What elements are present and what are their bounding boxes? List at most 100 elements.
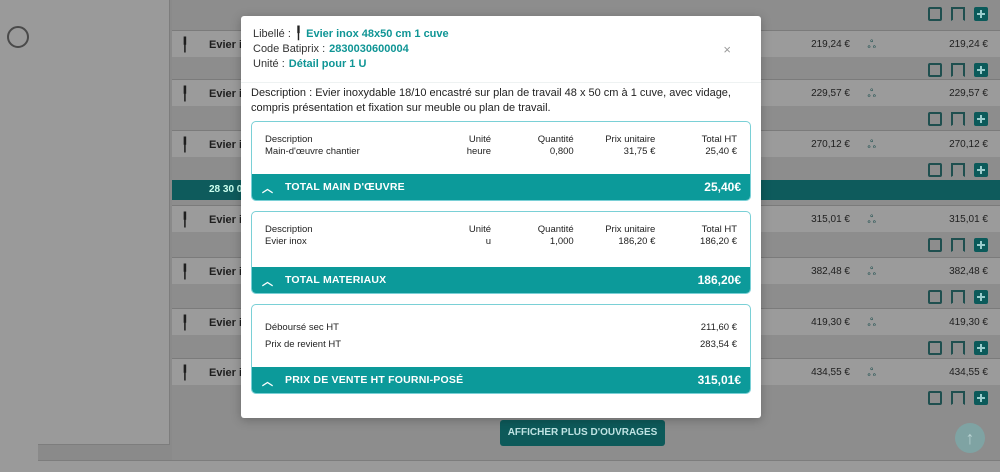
row-total: 270,12 € xyxy=(949,139,988,150)
bookmark-icon[interactable] xyxy=(951,238,965,252)
chevron-up-icon: ︿ xyxy=(262,183,273,195)
add-icon[interactable] xyxy=(974,290,988,304)
bookmark-icon[interactable] xyxy=(951,391,965,405)
col-quantite: Quantité xyxy=(537,224,574,235)
libelle-value: Evier inox 48x50 cm 1 cuve xyxy=(306,28,449,40)
pin-icon: ╿ xyxy=(294,26,303,40)
row-actions xyxy=(928,163,988,177)
cell-quantite: 1,000 xyxy=(549,236,574,247)
copy-icon[interactable] xyxy=(928,391,942,405)
copy-icon[interactable] xyxy=(928,238,942,252)
link-icon[interactable]: ஃ xyxy=(867,317,876,331)
add-icon[interactable] xyxy=(974,112,988,126)
col-prix-unitaire: Prix unitaire xyxy=(605,134,656,145)
materials-table: Description Unité Quantité Prix unitaire… xyxy=(265,224,737,248)
labor-total-toggle[interactable]: ︿ TOTAL MAIN D'ŒUVRE 25,40€ xyxy=(252,174,750,200)
labor-total-value: 25,40€ xyxy=(704,180,741,194)
bookmark-icon[interactable] xyxy=(951,7,965,21)
chevron-up-icon: ︿ xyxy=(262,276,273,288)
col-total-ht: Total HT xyxy=(701,134,738,145)
row-price: 419,30 € xyxy=(811,317,850,328)
pin-icon: ╿ xyxy=(181,137,189,152)
link-icon[interactable]: ஃ xyxy=(867,88,876,102)
divider xyxy=(241,82,761,83)
row-actions xyxy=(928,112,988,126)
add-icon[interactable] xyxy=(974,391,988,405)
revient-label: Prix de revient HT xyxy=(265,339,342,350)
unite-value: Détail pour 1 U xyxy=(288,58,367,70)
copy-icon[interactable] xyxy=(928,163,942,177)
link-icon[interactable]: ஃ xyxy=(867,266,876,280)
copy-icon[interactable] xyxy=(928,341,942,355)
bookmark-icon[interactable] xyxy=(951,112,965,126)
labor-card: Description Unité Quantité Prix unitaire… xyxy=(251,121,751,201)
link-icon[interactable]: ஃ xyxy=(867,39,876,53)
row-actions xyxy=(928,238,988,252)
pin-icon: ╿ xyxy=(181,315,189,330)
pin-icon: ╿ xyxy=(181,212,189,227)
row-price: 382,48 € xyxy=(811,266,850,277)
sale-price-toggle[interactable]: ︿ PRIX DE VENTE HT FOURNI-POSÉ 315,01€ xyxy=(252,367,750,393)
cell-total-ht: 186,20 € xyxy=(700,236,738,247)
table-row: Main-d'œuvre chantier heure 0,800 31,75 … xyxy=(265,146,737,158)
row-price: 229,57 € xyxy=(811,88,850,99)
row-price: 434,55 € xyxy=(811,367,850,378)
sale-price-value: 315,01€ xyxy=(697,373,741,387)
add-icon[interactable] xyxy=(974,7,988,21)
modal-header: Libellé : ╿ Evier inox 48x50 cm 1 cuve C… xyxy=(253,26,449,72)
materials-total-value: 186,20€ xyxy=(697,273,741,287)
revient-value: 283,54 € xyxy=(700,339,737,350)
bookmark-icon[interactable] xyxy=(951,341,965,355)
pin-icon: ╿ xyxy=(181,365,189,380)
row-actions xyxy=(928,63,988,77)
add-icon[interactable] xyxy=(974,341,988,355)
close-icon[interactable]: × xyxy=(723,42,731,57)
table-row: Evier inox u 1,000 186,20 € 186,20 € xyxy=(265,236,737,248)
row-actions xyxy=(928,341,988,355)
cell-description: Evier inox xyxy=(265,236,307,247)
add-icon[interactable] xyxy=(974,163,988,177)
col-prix-unitaire: Prix unitaire xyxy=(605,224,656,235)
code-label: Code Batiprix : xyxy=(253,43,326,55)
show-more-button[interactable]: AFFICHER PLUS D'OUVRAGES xyxy=(500,420,665,446)
add-icon[interactable] xyxy=(974,238,988,252)
scroll-top-icon[interactable]: ↑ xyxy=(955,423,985,453)
labor-table: Description Unité Quantité Prix unitaire… xyxy=(265,134,737,158)
col-description: Description xyxy=(265,134,313,145)
debourse-value: 211,60 € xyxy=(700,322,737,333)
pin-icon: ╿ xyxy=(181,86,189,101)
cell-unite: u xyxy=(485,236,492,247)
row-total: 382,48 € xyxy=(949,266,988,277)
row-total: 219,24 € xyxy=(949,39,988,50)
materials-total-toggle[interactable]: ︿ TOTAL MATERIAUX 186,20€ xyxy=(252,267,750,293)
link-icon[interactable]: ஃ xyxy=(867,139,876,153)
footer xyxy=(38,460,1000,472)
debourse-label: Déboursé sec HT xyxy=(265,322,339,333)
bookmark-icon[interactable] xyxy=(951,63,965,77)
table-header: Description Unité Quantité Prix unitaire… xyxy=(265,224,737,236)
col-unite: Unité xyxy=(468,134,492,145)
cell-unite: heure xyxy=(466,146,492,157)
col-unite: Unité xyxy=(468,224,492,235)
col-quantite: Quantité xyxy=(537,134,574,145)
detail-modal: Libellé : ╿ Evier inox 48x50 cm 1 cuve C… xyxy=(241,16,761,418)
copy-icon[interactable] xyxy=(928,63,942,77)
row-price: 315,01 € xyxy=(811,214,850,225)
row-price: 219,24 € xyxy=(811,39,850,50)
bookmark-icon[interactable] xyxy=(951,163,965,177)
link-icon[interactable]: ஃ xyxy=(867,214,876,228)
link-icon[interactable]: ஃ xyxy=(867,367,876,381)
row-actions xyxy=(928,290,988,304)
debourse-row: Déboursé sec HT 211,60 € xyxy=(265,322,737,333)
copy-icon[interactable] xyxy=(928,290,942,304)
row-actions xyxy=(928,7,988,21)
bookmark-icon[interactable] xyxy=(951,290,965,304)
row-total: 434,55 € xyxy=(949,367,988,378)
row-total: 419,30 € xyxy=(949,317,988,328)
copy-icon[interactable] xyxy=(928,7,942,21)
user-icon[interactable] xyxy=(7,26,29,48)
description-text: Description : Evier inoxydable 18/10 enc… xyxy=(251,87,731,114)
copy-icon[interactable] xyxy=(928,112,942,126)
add-icon[interactable] xyxy=(974,63,988,77)
materials-total-label: TOTAL MATERIAUX xyxy=(285,274,387,286)
